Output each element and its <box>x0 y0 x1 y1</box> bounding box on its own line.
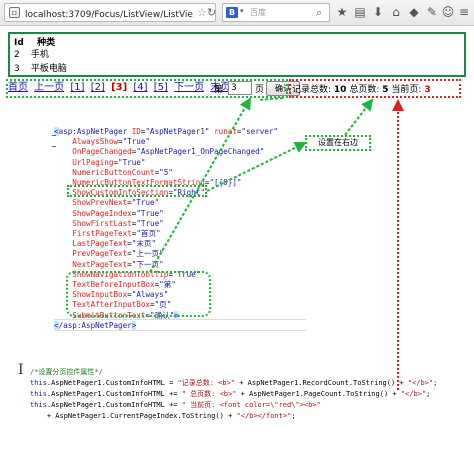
table-row: 2 手机 <box>14 47 49 60</box>
markup-code-line: ShowPrevNext="True" <box>72 198 160 208</box>
table-row: 3 平板电脑 <box>14 61 67 74</box>
csharp-code-line: this.AspNetPager1.CustomInfoHTML += " 总页… <box>30 390 431 398</box>
markup-code-line: ShowFirstLast="True" <box>72 218 164 228</box>
smiley-icon[interactable]: ☺ <box>440 4 456 20</box>
library-icon[interactable]: ▤ <box>352 4 368 20</box>
custom-info-attr-highlight <box>67 185 207 197</box>
markup-code-line: NextPageText="下一页" <box>72 259 164 269</box>
arrow-stub <box>257 97 284 101</box>
browser-toolbar: ▫ localhost:3709/Focus/ListView/ListView… <box>0 0 474 26</box>
custom-info-highlight-box <box>289 79 461 98</box>
csharp-code-line: this.AspNetPager1.CustomInfoHTML = "记录总数… <box>30 379 438 387</box>
plugin-icon[interactable]: ✎ <box>424 4 440 20</box>
markup-code-line: UrlPaging="True" <box>72 157 146 167</box>
url-text[interactable]: localhost:3709/Focus/ListView/ListView分页… <box>25 7 193 20</box>
gutter-mark <box>52 135 56 136</box>
download-icon[interactable]: ⬇ <box>370 4 386 20</box>
csharp-code-line: this.AspNetPager1.CustomInfoHTML += " 当前… <box>30 401 321 409</box>
text-cursor-icon: I <box>18 362 24 378</box>
address-bar[interactable]: ▫ localhost:3709/Focus/ListView/ListView… <box>4 3 216 22</box>
star-icon[interactable]: ☆ <box>197 6 207 19</box>
markup-code-line: PrevPageText="上一页" <box>72 249 164 259</box>
search-input[interactable]: 百度 <box>250 7 266 18</box>
shield-icon[interactable]: ◆ <box>406 4 422 20</box>
pager-highlight-box <box>6 79 288 98</box>
row-id: 2 <box>14 50 20 60</box>
listview-table: Id 种类 2 手机 3 平板电脑 <box>8 32 466 77</box>
csharp-code-line: + AspNetPager1.CurrentPageIndex.ToString… <box>30 412 296 420</box>
home-icon[interactable]: ⌂ <box>388 4 404 20</box>
search-box[interactable]: B ▾ 百度 ⌕ <box>222 3 330 22</box>
bookmark-icon[interactable]: ★ <box>334 4 350 20</box>
arrow-to-info-box <box>344 98 374 136</box>
row-id: 3 <box>14 64 20 74</box>
input-box-attrs-highlight <box>66 271 211 317</box>
annotation-note: 设置在右边 <box>305 135 371 151</box>
markup-code-line: OnPageChanged="AspNetPager1_OnPageChange… <box>72 147 265 157</box>
csharp-code-line: /*设置分页控件属性*/ <box>30 368 103 376</box>
chevron-down-icon[interactable]: ▾ <box>240 7 244 15</box>
markup-code-line: AlwaysShow="True" <box>72 137 151 147</box>
menu-icon[interactable]: ≡ <box>456 4 472 20</box>
search-engine-logo[interactable]: B <box>226 7 238 18</box>
row-name: 手机 <box>30 50 49 60</box>
markup-code-line: NumericButtonCount="5" <box>72 167 173 177</box>
markup-code-line: <asp:AspNetPager ID="AspNetPager1" runat… <box>54 127 279 136</box>
selection-line <box>54 319 306 331</box>
markup-code-line: ShowPageIndex="True" <box>72 208 164 218</box>
refresh-icon[interactable]: ↻ <box>207 6 216 19</box>
markup-code-line: FirstPageText="首页" <box>72 229 161 238</box>
page-icon: ▫ <box>9 7 20 18</box>
markup-code-line: LastPageText="末页" <box>72 239 157 249</box>
gutter-mark <box>52 146 56 147</box>
row-name: 平板电脑 <box>30 64 67 74</box>
search-icon[interactable]: ⌕ <box>316 6 322 20</box>
